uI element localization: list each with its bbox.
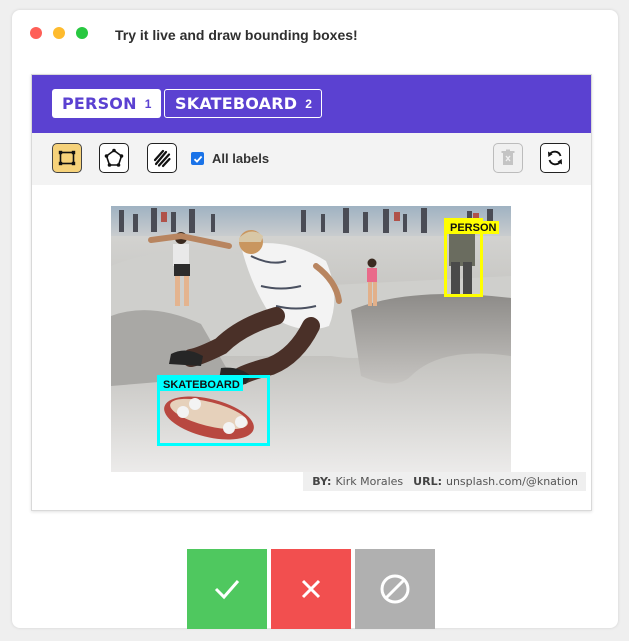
checkmark-icon bbox=[193, 155, 202, 163]
all-labels-text: All labels bbox=[212, 151, 270, 166]
credit-url-value[interactable]: unsplash.com/@knation bbox=[446, 475, 578, 488]
photo-credit: BY: Kirk Morales URL: unsplash.com/@knat… bbox=[303, 472, 586, 491]
bbox-skateboard-tag: SKATEBOARD bbox=[160, 378, 243, 391]
label-chip-count: 1 bbox=[144, 96, 152, 111]
bbox-skateboard[interactable]: SKATEBOARD bbox=[157, 375, 270, 446]
credit-by-label: BY: bbox=[312, 475, 332, 488]
window-title: Try it live and draw bounding boxes! bbox=[115, 27, 358, 43]
bbox-person[interactable]: PERSON bbox=[444, 218, 500, 297]
ban-icon bbox=[380, 574, 410, 604]
bbox-person-tag: PERSON bbox=[447, 221, 500, 234]
annotation-panel: PERSON 1 SKATEBOARD 2 All labels PERSON … bbox=[31, 74, 592, 511]
minimize-window-dot[interactable] bbox=[53, 27, 65, 39]
label-chip-name: SKATEBOARD bbox=[175, 94, 298, 113]
reset-button[interactable] bbox=[540, 143, 570, 173]
toolbar: All labels bbox=[32, 133, 591, 185]
canvas-area[interactable]: PERSON SKATEBOARD BY: Kirk Morales URL: … bbox=[32, 185, 591, 491]
delete-button[interactable] bbox=[493, 143, 523, 173]
all-labels-toggle[interactable]: All labels bbox=[191, 151, 269, 166]
label-chip-skateboard[interactable]: SKATEBOARD 2 bbox=[164, 89, 323, 118]
brush-icon bbox=[153, 149, 171, 168]
skip-button[interactable] bbox=[355, 549, 435, 629]
trash-icon bbox=[501, 149, 515, 165]
brush-tool[interactable] bbox=[147, 143, 177, 173]
maximize-window-dot[interactable] bbox=[76, 27, 88, 39]
label-chip-name: PERSON bbox=[62, 94, 137, 113]
bounding-box-tool[interactable] bbox=[52, 143, 82, 173]
refresh-icon bbox=[548, 150, 562, 166]
label-chip-person[interactable]: PERSON 1 bbox=[52, 89, 161, 118]
skatepark-photo[interactable]: PERSON SKATEBOARD bbox=[111, 206, 511, 472]
all-labels-checkbox[interactable] bbox=[191, 152, 204, 165]
reject-button[interactable] bbox=[271, 549, 351, 629]
label-chip-count: 2 bbox=[305, 96, 313, 111]
credit-by-value: Kirk Morales bbox=[335, 475, 404, 488]
label-bar: PERSON 1 SKATEBOARD 2 bbox=[32, 75, 591, 133]
accept-button[interactable] bbox=[187, 549, 267, 629]
credit-url-label: URL: bbox=[413, 475, 442, 488]
polygon-icon bbox=[104, 148, 124, 167]
close-window-dot[interactable] bbox=[30, 27, 42, 39]
x-icon bbox=[301, 579, 321, 599]
check-icon bbox=[214, 580, 240, 600]
polygon-tool[interactable] bbox=[99, 143, 129, 173]
bounding-box-icon bbox=[58, 150, 76, 166]
